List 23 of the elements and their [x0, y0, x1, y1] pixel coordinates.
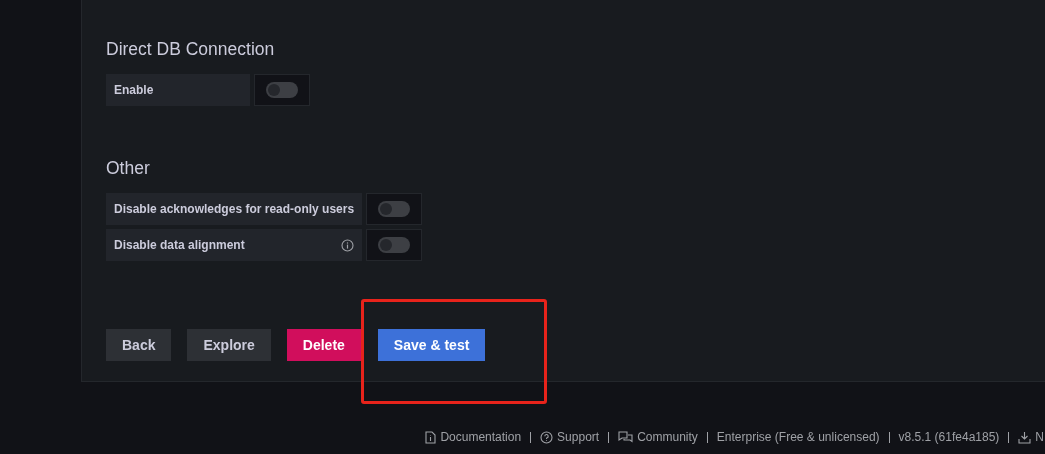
- section-title: Direct DB Connection: [106, 39, 276, 60]
- section-title: Other: [106, 158, 151, 179]
- help-icon: [540, 430, 554, 444]
- toggle-switch[interactable]: [378, 201, 411, 217]
- chat-icon: [618, 430, 634, 444]
- delete-button[interactable]: Delete: [286, 329, 361, 361]
- footer-link[interactable]: Support: [540, 430, 600, 444]
- action-button[interactable]: Explore: [187, 329, 271, 361]
- toggle-switch[interactable]: [378, 237, 410, 253]
- footer-link[interactable]: Documentation: [425, 430, 522, 444]
- label-text: Disable data alignment: [114, 238, 245, 252]
- save-test-button[interactable]: Save & test: [377, 329, 486, 361]
- document-icon: [425, 430, 437, 444]
- footer-link[interactable]: Community: [618, 430, 698, 444]
- footer-link[interactable]: Enterprise (Free & unlicensed): [716, 430, 880, 444]
- footer-link[interactable]: v8.5.1 (61fe4a185): [898, 430, 1000, 444]
- label-text: Enable: [114, 83, 154, 97]
- action-button[interactable]: Back: [106, 329, 172, 361]
- download-icon: [1018, 430, 1032, 444]
- toggle-switch[interactable]: [266, 82, 298, 98]
- footer-link[interactable]: N: [1018, 430, 1044, 444]
- label-text: Disable acknowledges for read-only users: [114, 202, 355, 216]
- info-icon[interactable]: [341, 238, 354, 252]
